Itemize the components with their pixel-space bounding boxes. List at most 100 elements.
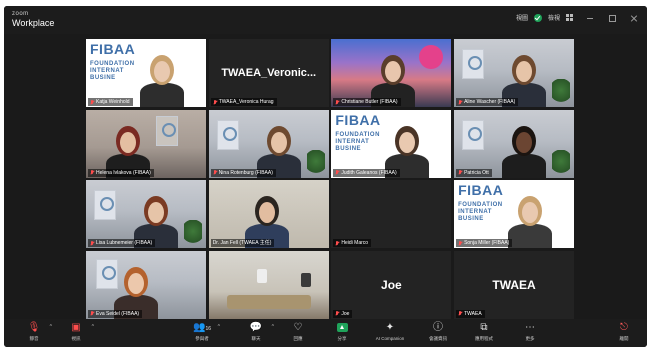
more-button[interactable]: ⋯ 更多 <box>510 321 550 342</box>
camera-off-icon: ▣ <box>71 322 81 333</box>
chevron-up-icon[interactable]: ^ <box>92 324 94 330</box>
participant-tile[interactable]: FIBAA FOUNDATION INTERNAT BUSINE Katja Weinh… <box>86 39 206 107</box>
participant-tile[interactable]: FIBAA FOUNDATION INTERNAT BUSINE Sonja Mille… <box>454 180 575 249</box>
participant-name: TWAEA_Veronica Hurag <box>218 99 274 105</box>
apps-button[interactable]: ⧉ 應用程式 <box>464 321 504 342</box>
status-label[interactable]: 檢視 <box>548 13 560 22</box>
participant-name: Katja Weinhold <box>96 99 130 105</box>
microphone-muted-icon <box>90 99 94 105</box>
top-bar: zoom Workplace 視圖 檢視 <box>4 6 647 34</box>
leave-door-icon: ⎋ <box>620 322 628 333</box>
fibaa-banner-logo: FIBAA <box>90 41 136 57</box>
participant-name-tag: TWAEA_Veronica Hurag <box>210 98 277 106</box>
video-button[interactable]: ▣ ^ 視訊 <box>56 321 96 342</box>
close-icon[interactable] <box>629 14 639 22</box>
participant-name-tag: Aline Wascher (FIBAA) <box>456 98 519 106</box>
participant-name-tag: Christiane Butler (FIBAA) <box>333 98 401 106</box>
view-label[interactable]: 視圖 <box>516 13 528 22</box>
participant-tile[interactable]: Lisa Lubnemeier (FIBAA) <box>86 180 206 249</box>
gallery-grid-icon[interactable] <box>566 14 573 21</box>
microphone-muted-icon <box>213 170 217 175</box>
apps-label: 應用程式 <box>475 336 493 341</box>
participant-name: Nina Rotenburg (FIBAA) <box>218 169 273 176</box>
participant-name: Christiane Butler (FIBAA) <box>341 99 398 105</box>
mute-label: 靜音 <box>29 336 39 341</box>
microphone-muted-icon <box>335 170 339 175</box>
participant-name: Lisa Lubnemeier (FIBAA) <box>96 240 153 247</box>
mute-button[interactable]: 🎙 ^ 靜音 <box>14 321 54 342</box>
meeting-info-label: 會議資訊 <box>429 336 447 341</box>
participant-tile[interactable]: Joe Joe <box>331 250 452 319</box>
more-dots-icon: ⋯ <box>525 322 535 333</box>
participant-name: Patricia Ott <box>464 169 489 176</box>
reactions-label: 回應 <box>293 336 303 341</box>
participants-count: 16 <box>205 326 211 332</box>
microphone-muted-icon <box>90 240 94 246</box>
chevron-up-icon[interactable]: ^ <box>218 324 220 330</box>
participant-tile[interactable]: Eva Seidel (FIBAA) <box>86 250 206 319</box>
participant-name: Eva Seidel (FIBAA) <box>96 310 140 317</box>
participant-tile[interactable]: Dr. Jan Fell (TWAEA 主任) <box>208 180 329 249</box>
microphone-muted-icon <box>90 170 94 175</box>
chevron-up-icon[interactable]: ^ <box>50 324 52 330</box>
participants-button[interactable]: 👥16 ^ 參與者 <box>182 321 222 342</box>
microphone-muted-icon <box>90 311 94 316</box>
participant-tile[interactable]: TWAEA TWAEA <box>454 250 575 319</box>
participant-name-tag: Eva Seidel (FIBAA) <box>88 309 143 318</box>
microphone-muted-icon: 🎙 <box>27 322 41 333</box>
reactions-button[interactable]: ♡ 回應 <box>278 321 318 342</box>
sparkle-icon: ✦ <box>385 322 395 333</box>
maximize-icon[interactable] <box>607 14 617 22</box>
participant-tile[interactable]: Christiane Butler (FIBAA) <box>331 39 452 107</box>
participant-name-tag: Sonja Miller (FIBAA) <box>456 239 513 248</box>
participant-tile[interactable]: Nina Rotenburg (FIBAA) <box>208 109 329 178</box>
participant-tile[interactable] <box>208 250 329 319</box>
participant-tile[interactable]: FIBAA FOUNDATION INTERNAT BUSINE Judith Gale… <box>331 109 452 178</box>
security-shield-icon[interactable] <box>533 13 542 22</box>
participant-name-tag: TWAEA <box>456 309 485 318</box>
share-label: 分享 <box>337 336 347 341</box>
participant-name-tag: Helena Ivlakova (FIBAA) <box>88 168 154 177</box>
chat-button[interactable]: 💬 ^ 聊天 <box>236 321 276 342</box>
participant-name-tag: Nina Rotenburg (FIBAA) <box>210 168 276 177</box>
share-button[interactable]: 分享 <box>322 321 362 342</box>
participant-name: Helena Ivlakova (FIBAA) <box>96 169 151 176</box>
heart-icon: ♡ <box>293 322 303 333</box>
chevron-up-icon[interactable]: ^ <box>272 324 274 330</box>
participant-name-tag: Judith Galeanos (FIBAA) <box>333 168 400 177</box>
meeting-info-button[interactable]: ⓘ 會議資訊 <box>418 321 458 342</box>
participant-tile[interactable]: Patricia Ott <box>454 109 575 178</box>
apps-icon: ⧉ <box>480 322 488 333</box>
more-label: 更多 <box>525 336 535 341</box>
participant-name: TWAEA <box>464 310 482 317</box>
participant-name: Sonja Miller (FIBAA) <box>464 240 510 247</box>
fibaa-banner-text: FOUNDATION INTERNAT BUSINE <box>90 61 135 81</box>
fibaa-banner-logo: FIBAA <box>458 182 504 199</box>
participant-tile[interactable]: TWAEA_Veronic... TWAEA_Veronica Hurag <box>208 39 329 107</box>
minimize-icon[interactable] <box>585 14 595 22</box>
participant-tile[interactable]: Aline Wascher (FIBAA) <box>454 39 575 107</box>
microphone-muted-icon <box>335 99 339 105</box>
ai-companion-label: AI Companion <box>375 336 405 341</box>
participant-display-name: TWAEA <box>492 277 536 292</box>
ai-companion-button[interactable]: ✦ AI Companion <box>370 321 410 342</box>
participant-tile[interactable]: Helena Ivlakova (FIBAA) <box>86 109 206 178</box>
microphone-muted-icon <box>458 311 462 316</box>
participant-display-name: TWAEA_Veronic... <box>221 67 317 79</box>
participant-name-tag: Katja Weinhold <box>88 98 133 106</box>
microphone-muted-icon <box>458 240 462 246</box>
microphone-muted-icon <box>335 240 339 246</box>
participant-name-tag: Dr. Jan Fell (TWAEA 主任) <box>210 239 275 248</box>
participant-name-tag: Patricia Ott <box>456 168 492 177</box>
participant-tile[interactable]: Heidi Marco <box>331 180 452 249</box>
fibaa-banner-text: FOUNDATION INTERNAT BUSINE <box>335 131 380 152</box>
chat-icon: 💬 <box>249 322 263 333</box>
microphone-muted-icon <box>458 170 462 175</box>
leave-button[interactable]: ⎋ 離開 <box>604 321 644 342</box>
participant-name: Dr. Jan Fell (TWAEA 主任) <box>212 240 272 247</box>
meeting-toolbar: 🎙 ^ 靜音 ▣ ^ 視訊 👥16 ^ 參與者 💬 ^ 聊天 ♡ 回應 分享 ✦ <box>4 319 647 347</box>
participant-display-name: Joe <box>381 277 402 292</box>
logo-product: Workplace <box>12 18 55 28</box>
participant-name: Heidi Marco <box>341 240 369 247</box>
microphone-muted-icon <box>213 99 217 105</box>
